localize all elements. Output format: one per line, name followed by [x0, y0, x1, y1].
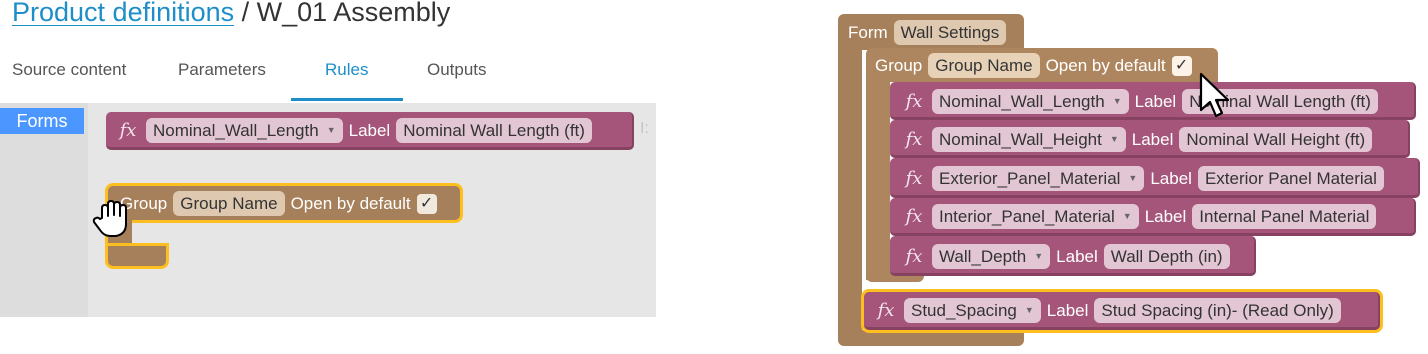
parameter-dropdown[interactable]: Nominal_Wall_Length ▼	[146, 118, 343, 143]
tab-source-content[interactable]: Source content	[12, 60, 126, 80]
parameter-dropdown[interactable]: Interior_Panel_Material ▼	[932, 204, 1139, 229]
parameter-block-exterior-panel-material[interactable]: 𝑓𝑥 Exterior_Panel_Material ▼ Label Exteri…	[890, 158, 1420, 198]
function-icon: 𝑓𝑥	[905, 91, 923, 112]
chevron-down-icon: ▼	[1112, 96, 1122, 106]
grab-hand-cursor-icon	[92, 200, 127, 237]
form-name-field[interactable]: Wall Settings	[893, 20, 1007, 45]
blocks-toolbox	[0, 103, 88, 317]
function-icon: 𝑓𝑥	[877, 300, 895, 321]
chevron-down-icon: ▼	[1109, 134, 1119, 144]
open-by-default-label: Open by default	[1045, 55, 1166, 75]
parameter-block-nominal-wall-height[interactable]: 𝑓𝑥 Nominal_Wall_Height ▼ Label Nominal Wa…	[890, 120, 1410, 158]
group-block-footer	[108, 246, 166, 266]
tab-parameters[interactable]: Parameters	[178, 60, 266, 80]
workspace-edge-marker: I:	[640, 120, 649, 137]
parameter-dropdown-value: Exterior_Panel_Material	[939, 169, 1121, 188]
chevron-down-icon: ▼	[1128, 173, 1138, 183]
parameter-dropdown-value: Interior_Panel_Material	[939, 207, 1115, 226]
group-keyword: Group	[875, 55, 923, 75]
label-keyword: Label	[1046, 300, 1089, 320]
label-text-field[interactable]: Stud Spacing (in)- (Read Only)	[1094, 298, 1341, 323]
label-keyword: Label	[1150, 168, 1192, 188]
label-text-field[interactable]: Internal Panel Material	[1192, 204, 1377, 229]
parameter-dropdown-value: Wall_Depth	[939, 247, 1027, 266]
form-keyword: Form	[848, 22, 888, 42]
form-block[interactable]: Form Wall Settings	[838, 14, 1024, 50]
label-keyword: Label	[1056, 246, 1098, 266]
form-block-footer	[838, 330, 1024, 346]
parameter-block-stud-spacing[interactable]: 𝑓𝑥 Stud_Spacing ▼ Label Stud Spacing (in)…	[864, 292, 1380, 330]
function-icon: 𝑓𝑥	[905, 129, 923, 150]
parameter-dropdown[interactable]: Nominal_Wall_Length ▼	[932, 89, 1129, 114]
label-text-field[interactable]: Exterior Panel Material	[1197, 166, 1384, 191]
parameter-dropdown[interactable]: Wall_Depth ▼	[932, 244, 1051, 269]
open-by-default-label: Open by default	[290, 193, 411, 213]
label-text-field[interactable]: Wall Depth (in)	[1103, 244, 1230, 269]
toolbox-category-forms[interactable]: Forms	[0, 108, 84, 134]
parameter-dropdown-value: Nominal_Wall_Height	[939, 130, 1102, 149]
label-keyword: Label	[1131, 129, 1174, 149]
breadcrumb-separator: /	[234, 0, 257, 27]
tab-outputs[interactable]: Outputs	[427, 60, 487, 80]
tab-rules[interactable]: Rules	[325, 60, 368, 80]
function-icon: 𝑓𝑥	[905, 206, 923, 227]
parameter-dropdown-value: Nominal_Wall_Length	[153, 121, 319, 140]
parameter-block-nominal-wall-length[interactable]: 𝑓𝑥 Nominal_Wall_Length ▼ Label Nominal W…	[106, 112, 634, 150]
label-keyword: Label	[348, 120, 391, 140]
chevron-down-icon: ▼	[1034, 251, 1044, 261]
group-block-arm	[866, 80, 890, 280]
parameter-dropdown[interactable]: Exterior_Panel_Material ▼	[932, 166, 1145, 191]
parameter-dropdown[interactable]: Stud_Spacing ▼	[904, 298, 1041, 323]
active-tab-indicator	[291, 98, 403, 101]
chevron-down-icon: ▼	[326, 125, 336, 135]
label-text-field[interactable]: Nominal Wall Height (ft)	[1179, 127, 1373, 152]
breadcrumb-link-product-definitions[interactable]: Product definitions	[12, 0, 234, 27]
parameter-dropdown[interactable]: Nominal_Wall_Height ▼	[932, 127, 1126, 152]
label-keyword: Label	[1144, 206, 1187, 226]
form-block-arm	[838, 48, 862, 344]
chevron-down-icon: ▼	[1024, 305, 1034, 315]
open-by-default-checkbox[interactable]: ✓	[1171, 55, 1192, 76]
parameter-dropdown-value: Nominal_Wall_Length	[939, 92, 1105, 111]
function-icon: 𝑓𝑥	[905, 246, 923, 267]
page-title: W_01 Assembly	[256, 0, 451, 27]
function-icon: 𝑓𝑥	[905, 168, 923, 189]
arrow-cursor-icon	[1199, 72, 1230, 118]
parameter-dropdown-value: Stud_Spacing	[911, 301, 1017, 320]
label-text-field[interactable]: Nominal Wall Length (ft)	[396, 118, 592, 143]
group-name-field[interactable]: Group Name	[928, 53, 1040, 78]
group-block-dragged[interactable]: Group Group Name Open by default ✓	[108, 186, 460, 220]
group-name-field[interactable]: Group Name	[173, 191, 285, 216]
function-icon: 𝑓𝑥	[119, 120, 137, 141]
breadcrumb: Product definitions / W_01 Assembly	[12, 0, 450, 30]
group-block[interactable]: Group Group Name Open by default ✓	[866, 48, 1218, 82]
parameter-block-wall-depth[interactable]: 𝑓𝑥 Wall_Depth ▼ Label Wall Depth (in)	[890, 236, 1256, 276]
label-keyword: Label	[1134, 91, 1177, 111]
parameter-block-nominal-wall-length[interactable]: 𝑓𝑥 Nominal_Wall_Length ▼ Label Nominal Wa…	[890, 82, 1416, 120]
open-by-default-checkbox[interactable]: ✓	[416, 193, 437, 214]
parameter-block-interior-panel-material[interactable]: 𝑓𝑥 Interior_Panel_Material ▼ Label Intern…	[890, 198, 1416, 236]
chevron-down-icon: ▼	[1122, 211, 1132, 221]
